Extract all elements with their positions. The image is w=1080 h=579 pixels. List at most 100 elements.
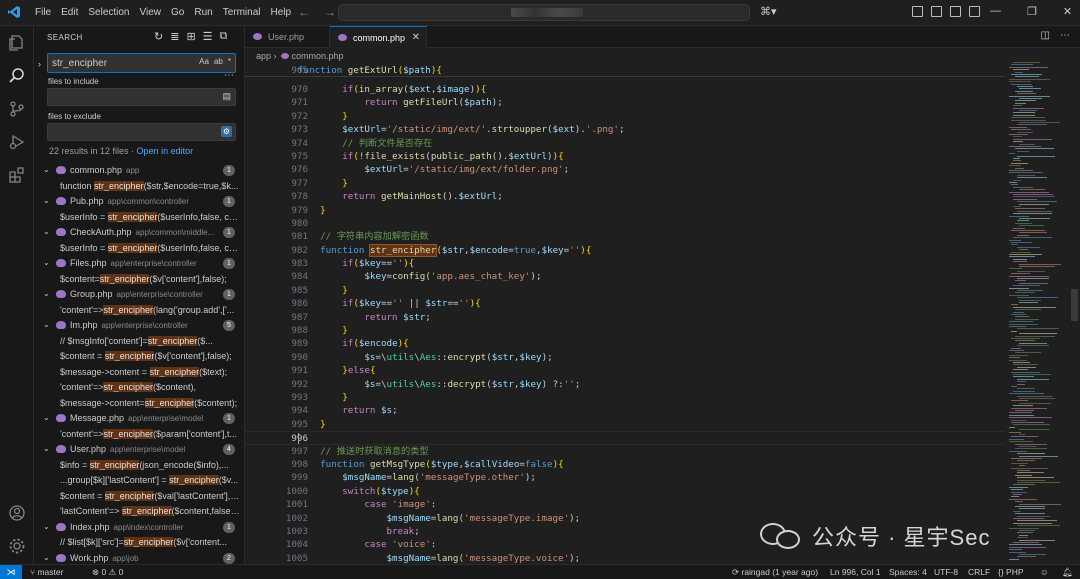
- code-line[interactable]: 987 return $str;: [245, 311, 1005, 324]
- code-line[interactable]: 1001 case 'image':: [245, 498, 1005, 511]
- extensions-icon[interactable]: [8, 166, 26, 184]
- code-line[interactable]: 980: [245, 217, 1005, 230]
- files-to-exclude-input[interactable]: ⚙: [47, 123, 236, 141]
- search-result-match[interactable]: $message->content=str_encipher($content)…: [34, 396, 245, 412]
- open-editors-only-icon[interactable]: ▤: [222, 91, 231, 102]
- command-center[interactable]: [338, 4, 750, 21]
- code-line[interactable]: 989 if($encode){: [245, 337, 1005, 350]
- collapse-all-icon[interactable]: ⧉: [220, 30, 228, 43]
- cursor-position[interactable]: Ln 996, Col 1: [830, 567, 881, 577]
- forward-arrow-icon[interactable]: →: [324, 5, 336, 19]
- scrollbar-thumb[interactable]: [1071, 289, 1078, 321]
- vscode-logo-icon[interactable]: [7, 5, 21, 19]
- vertical-scrollbar[interactable]: [1069, 48, 1080, 564]
- search-result-match[interactable]: $content = str_encipher($val['lastConten…: [34, 489, 245, 505]
- search-result-file[interactable]: ⌄ Im.php app\enterprise\controller 5: [34, 318, 245, 334]
- menu-item-run[interactable]: Run: [189, 0, 217, 26]
- clear-results-icon[interactable]: ≣: [170, 30, 179, 43]
- code-line[interactable]: 970 if(in_array($ext,$image)){: [245, 83, 1005, 96]
- code-line[interactable]: 981 // 字符串内容加解密函数: [245, 230, 1005, 243]
- toggle-replace-icon[interactable]: ›: [38, 59, 41, 69]
- close-window-icon[interactable]: ✕: [1063, 5, 1072, 18]
- source-control-icon[interactable]: [8, 100, 26, 118]
- files-to-include-input[interactable]: ▤: [47, 88, 236, 106]
- code-line[interactable]: 993 }: [245, 391, 1005, 404]
- toggle-search-details-icon[interactable]: ⋯: [224, 70, 234, 81]
- chevron-down-icon[interactable]: ⌄: [43, 413, 50, 422]
- search-result-file[interactable]: ⌄ CheckAuth.php app\common\middle... 1: [34, 225, 245, 241]
- code-line[interactable]: 973 $extUrl='/static/img/ext/'.strtouppe…: [245, 123, 1005, 136]
- code-line[interactable]: 972 }: [245, 110, 1005, 123]
- search-result-match[interactable]: // $msgInfo['content']=str_encipher($...: [34, 334, 245, 350]
- search-result-match[interactable]: function str_encipher($str,$encode=true,…: [34, 179, 245, 195]
- search-result-file[interactable]: ⌄ common.php app 1: [34, 163, 245, 179]
- search-result-file[interactable]: ⌄ Group.php app\enterprise\controller 1: [34, 287, 245, 303]
- code-line[interactable]: 990 $s=\utils\Aes::encrypt($str,$key);: [245, 351, 1005, 364]
- search-result-match[interactable]: 'content'=>str_encipher(lang('group.add'…: [34, 303, 245, 319]
- search-result-file[interactable]: ⌄ Files.php app\enterprise\controller 1: [34, 256, 245, 272]
- search-result-file[interactable]: ⌄ Pub.php app\common\controller 1: [34, 194, 245, 210]
- search-result-match[interactable]: 'lastContent'=> str_encipher($content,fa…: [34, 504, 245, 520]
- new-search-editor-icon[interactable]: ⊞: [186, 30, 195, 43]
- menu-item-terminal[interactable]: Terminal: [218, 0, 266, 26]
- code-line[interactable]: 991 }else{: [245, 364, 1005, 377]
- settings-gear-icon[interactable]: [8, 537, 26, 555]
- copilot-status-icon[interactable]: ☺: [1040, 567, 1049, 577]
- view-as-tree-icon[interactable]: ☰: [203, 30, 213, 43]
- code-line[interactable]: 974 // 判断文件是否存在: [245, 137, 1005, 150]
- chevron-down-icon[interactable]: ⌄: [43, 258, 50, 267]
- search-result-file[interactable]: ⌄ Message.php app\enterprise\model 1: [34, 411, 245, 427]
- run-debug-icon[interactable]: [8, 133, 26, 151]
- indentation[interactable]: Spaces: 4: [889, 567, 927, 577]
- search-result-match[interactable]: $userInfo = str_encipher($userInfo,false…: [34, 210, 245, 226]
- menu-item-edit[interactable]: Edit: [56, 0, 83, 26]
- git-blame[interactable]: ⟳ raingad (1 year ago): [732, 567, 818, 578]
- search-result-match[interactable]: ...group[$k]['lastContent'] = str_enciph…: [34, 473, 245, 489]
- search-input[interactable]: str_encipher Aa ab *: [47, 53, 236, 73]
- code-editor[interactable]: 965 function getExtUrl($path){ 970 if(in_…: [245, 64, 1005, 564]
- code-line[interactable]: 971 return getFileUrl($path);: [245, 96, 1005, 109]
- chevron-down-icon[interactable]: ⌄: [43, 227, 50, 236]
- code-line[interactable]: 986 if($key=='' || $str==''){: [245, 297, 1005, 310]
- restore-icon[interactable]: ❐: [1027, 5, 1037, 18]
- tab-user-php[interactable]: User.php: [245, 26, 330, 48]
- menu-item-view[interactable]: View: [135, 0, 167, 26]
- customize-layout-icon[interactable]: [969, 6, 980, 17]
- code-line[interactable]: 978 return getMainHost().$extUrl;: [245, 190, 1005, 203]
- copilot-icon[interactable]: ⌘▾: [760, 5, 777, 18]
- chevron-down-icon[interactable]: ⌄: [43, 289, 50, 298]
- breadcrumb-folder[interactable]: app: [256, 51, 271, 61]
- chevron-down-icon[interactable]: ⌄: [43, 196, 50, 205]
- code-line[interactable]: 977 }: [245, 177, 1005, 190]
- code-line[interactable]: 982 function str_encipher($str,$encode=t…: [245, 243, 1005, 257]
- minimap[interactable]: [1005, 48, 1069, 564]
- split-editor-icon[interactable]: ◫: [1041, 30, 1050, 41]
- code-line[interactable]: 985 }: [245, 284, 1005, 297]
- tab-common-php[interactable]: common.php ✕: [330, 26, 427, 48]
- search-result-match[interactable]: $userInfo = str_encipher($userInfo,false…: [34, 241, 245, 257]
- remote-indicator-icon[interactable]: ⋊: [0, 565, 22, 579]
- menu-item-go[interactable]: Go: [166, 0, 189, 26]
- code-line[interactable]: 998 function getMsgType($type,$callVideo…: [245, 458, 1005, 471]
- chevron-down-icon[interactable]: ⌄: [43, 444, 50, 453]
- search-result-file[interactable]: ⌄ Index.php app\index\controller 1: [34, 520, 245, 536]
- search-result-match[interactable]: 'content'=>str_encipher($param['content'…: [34, 427, 245, 443]
- toggle-secondary-sidebar-icon[interactable]: [950, 6, 961, 17]
- search-result-match[interactable]: // $list[$k]['src']=str_encipher($v['con…: [34, 535, 245, 551]
- search-icon[interactable]: [8, 67, 26, 85]
- code-line[interactable]: 1005 $msgName=lang('messageType.voice');: [245, 552, 1005, 564]
- use-exclude-settings-icon[interactable]: ⚙: [221, 126, 232, 137]
- menu-item-help[interactable]: Help: [266, 0, 297, 26]
- minimize-icon[interactable]: —: [990, 5, 1001, 18]
- problems-indicator[interactable]: ⊗ 0 ⚠ 0: [92, 567, 123, 578]
- code-line[interactable]: 976 $extUrl='/static/img/ext/folder.png'…: [245, 163, 1005, 176]
- close-tab-icon[interactable]: ✕: [412, 32, 420, 43]
- back-arrow-icon[interactable]: ←: [298, 5, 310, 19]
- open-in-editor-link[interactable]: Open in editor: [137, 146, 194, 156]
- code-line[interactable]: 988 }: [245, 324, 1005, 337]
- use-regex-icon[interactable]: *: [228, 57, 231, 66]
- match-case-icon[interactable]: Aa: [199, 57, 209, 66]
- more-actions-icon[interactable]: ⋯: [1060, 30, 1070, 41]
- search-result-match[interactable]: $content = str_encipher($v['content'],fa…: [34, 349, 245, 365]
- match-whole-word-icon[interactable]: ab: [214, 57, 223, 66]
